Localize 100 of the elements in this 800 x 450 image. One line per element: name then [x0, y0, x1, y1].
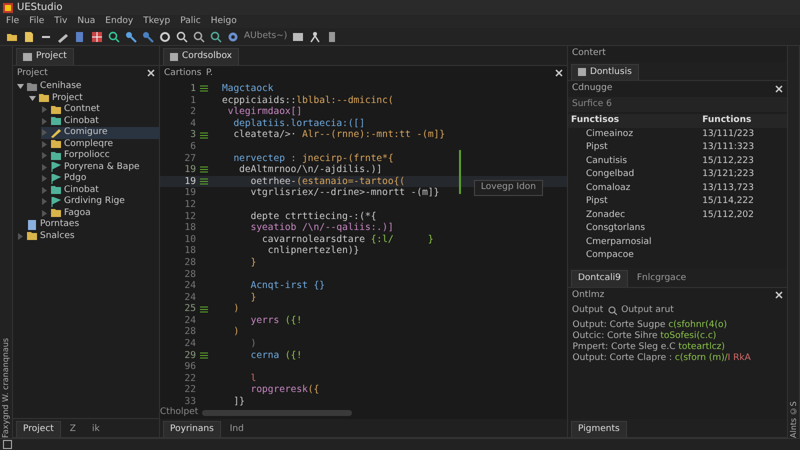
tree-item[interactable]: Poryrena & Bape: [41, 162, 159, 173]
close-icon[interactable]: [555, 69, 563, 78]
tree-label: Grdiving Rige: [64, 195, 125, 208]
line-number: 19: [184, 164, 197, 176]
breadcrumb[interactable]: P.: [206, 66, 213, 80]
code-line: vtgrlisriex/--drine>-mnortt -(m]}: [250, 187, 440, 199]
tree-label: Snalces: [40, 230, 75, 242]
document-icon[interactable]: [74, 30, 86, 42]
window-icon: [578, 68, 586, 76]
file-icon[interactable]: [23, 30, 35, 42]
hint-label: Lovegp Idon: [474, 180, 543, 196]
output-line: Pmpert: Corte Sleg e.C toteartlcz): [572, 340, 725, 352]
tree-item[interactable]: Project: [29, 92, 159, 104]
code-line: nervectep : jnecirp-(frnte*{: [232, 152, 394, 164]
tree-label: Porntaes: [40, 218, 80, 231]
line-number: 29: [184, 350, 197, 362]
panel-tab[interactable]: Pigments: [571, 420, 627, 437]
folder-icon: [51, 116, 61, 126]
flag-icon: [51, 196, 61, 207]
tree-item[interactable]: Comigure: [41, 127, 159, 138]
function-name: Comaloaz: [586, 182, 630, 193]
search-icon[interactable]: [210, 30, 222, 42]
panel-header: Project: [17, 66, 48, 80]
code-line: cavarrnolearsdtare {:l/ }: [261, 234, 434, 246]
tree-item[interactable]: Snalces: [17, 230, 159, 242]
folder-icon: [27, 82, 37, 92]
search-icon[interactable]: [193, 30, 205, 42]
panel-tab[interactable]: Z: [62, 420, 83, 437]
column-header[interactable]: Functions: [699, 114, 787, 128]
menu-item[interactable]: Fle: [6, 14, 20, 28]
menu-item[interactable]: File: [29, 14, 44, 28]
menu-item[interactable]: Palic: [180, 14, 201, 28]
code-line: ): [232, 326, 240, 338]
code-line: cerna ({!: [250, 350, 302, 362]
tree-item[interactable]: Cenihase: [17, 81, 159, 92]
code-line: l: [250, 372, 256, 384]
menu-item[interactable]: Tiv: [54, 14, 68, 28]
line-number: 18: [184, 245, 197, 257]
grid-icon[interactable]: [91, 30, 103, 42]
close-icon[interactable]: [147, 69, 155, 78]
scrollbar-thumb[interactable]: [202, 410, 352, 416]
code-line: oetrhee-(estanaio=-tartoo{(: [250, 176, 406, 188]
close-icon[interactable]: [775, 291, 783, 300]
function-name: Pipst: [586, 142, 608, 152]
tree-item[interactable]: Fagoa: [41, 208, 159, 219]
code-line: ropgreresk({: [250, 384, 320, 396]
panel-tab[interactable]: Poyrinans: [163, 420, 221, 438]
panel-tab[interactable]: Project: [16, 48, 74, 64]
code-line: deplatiis.lortaecia:([]: [232, 118, 365, 130]
tree-item[interactable]: Forpoliocc: [41, 150, 159, 162]
menu-item[interactable]: Tkeyp: [143, 14, 170, 28]
panel-tab[interactable]: Fnlcgrgace: [630, 270, 694, 286]
tree-item[interactable]: Pdgo: [41, 173, 159, 184]
tree-item[interactable]: Compleqre: [41, 138, 159, 150]
function-name: Compacoe: [586, 250, 634, 260]
menu-item[interactable]: Endoy: [105, 14, 134, 28]
line-number: 19: [184, 176, 197, 188]
panel-tab[interactable]: Ind: [222, 420, 251, 438]
line-number: 2: [189, 106, 197, 118]
tree-item[interactable]: Cinobat: [41, 184, 159, 196]
tree-label: Forpoliocc: [64, 149, 110, 162]
search-icon[interactable]: [108, 30, 120, 42]
code-line: ): [232, 303, 240, 315]
tree-label: Project: [52, 92, 83, 104]
tree-item[interactable]: Cinobat: [41, 116, 159, 127]
breadcrumb[interactable]: Cartions: [164, 66, 202, 80]
key-icon[interactable]: [125, 30, 137, 42]
panel-tab[interactable]: Dontlusis: [571, 64, 639, 80]
panel-tab[interactable]: Project: [16, 420, 61, 437]
line-number: 4: [189, 118, 197, 130]
line-number: 24: [184, 292, 197, 304]
editor-tab[interactable]: Cordsolbox: [163, 48, 240, 64]
tree-label: Pdgo: [64, 172, 86, 185]
code-line: ecppiciaids::lblbal:--dmicinc(: [222, 94, 394, 106]
window-icon[interactable]: [292, 30, 304, 42]
folder-icon: [51, 104, 61, 115]
key-icon[interactable]: [142, 30, 154, 42]
tree-label: Cenihase: [40, 80, 82, 93]
tree-label: Cinobat: [64, 184, 99, 196]
column-header[interactable]: Functisos: [568, 114, 700, 128]
code-line: Magctaock: [222, 83, 274, 95]
tree-item[interactable]: Contnet: [41, 104, 159, 116]
date-cell: 15/112,223: [702, 156, 754, 166]
filter-value[interactable]: Output arut: [621, 304, 674, 318]
close-icon[interactable]: [775, 84, 783, 93]
search-icon[interactable]: [176, 30, 188, 42]
search-field[interactable]: Surfice 6: [568, 96, 787, 112]
tree-item[interactable]: Grdiving Rige: [41, 196, 159, 208]
app-logo-icon: [3, 2, 13, 12]
tree-item[interactable]: Porntaes: [17, 219, 159, 230]
code-line: }: [250, 256, 256, 268]
tree-label: Contnet: [64, 103, 100, 116]
menu-item[interactable]: Nua: [77, 14, 96, 28]
line-number: 28: [184, 256, 197, 268]
menu-item[interactable]: Heigo: [210, 14, 237, 28]
function-name: Canutisis: [586, 156, 628, 166]
person-icon[interactable]: [309, 30, 322, 42]
panel-tab[interactable]: ik: [84, 420, 107, 437]
search-icon[interactable]: [608, 306, 617, 316]
panel-tab[interactable]: Dontcali9: [571, 270, 628, 286]
